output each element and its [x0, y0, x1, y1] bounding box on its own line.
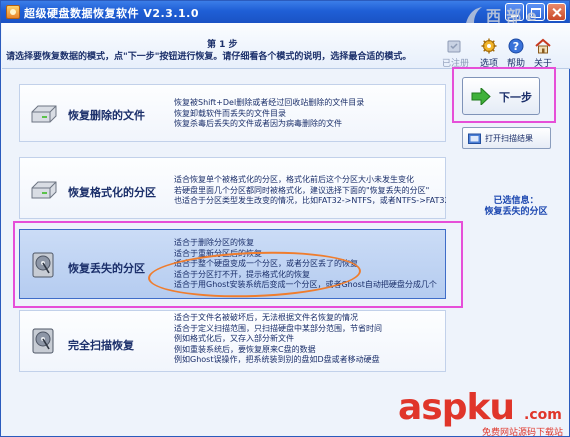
description-line: 适合于定义扫描范围，只扫描硬盘中某部分范围，节省时间: [174, 323, 382, 333]
description-line: 恢复杀毒后丢失的文件或者因为病毒删除的文件: [174, 119, 342, 129]
mode-recover-lost-partition[interactable]: 恢复丢失的分区 适合于删除分区的恢复 适合于重新分区后的恢复 适合于整个硬盘变成…: [19, 229, 446, 299]
registered-icon: [447, 40, 461, 53]
svg-text:?: ?: [513, 40, 519, 53]
folder-icon: [468, 133, 481, 144]
about-label: 关于: [533, 59, 552, 69]
next-step-label: 下一步: [499, 91, 532, 104]
disk-icon: [32, 328, 54, 354]
mode-description: 适合恢复单个被格式化的分区，格式化前后这个分区大小未发生变化 若硬盘里面几个分区…: [174, 175, 446, 207]
about-button[interactable]: 关于: [531, 38, 555, 69]
app-window: 超级硬盘数据恢复软件 V2.3.1.0 第 1 步 请选择要恢复数据的模式，点"…: [0, 0, 570, 437]
title-bar[interactable]: 超级硬盘数据恢复软件 V2.3.1.0: [1, 1, 569, 23]
mode-description: 恢复被Shift+Del删除或者经过回收站删除的文件目录 恢复卸载软件而丢失的文…: [174, 98, 446, 130]
instruction-text: 请选择要恢复数据的模式，点"下一步"按钮进行恢复。请仔细看各个模式的说明，选择最…: [6, 52, 412, 62]
minimize-button[interactable]: [505, 3, 524, 21]
next-step-button[interactable]: 下一步: [462, 77, 540, 115]
description-line: 若硬盘里面几个分区都同时被格式化，建议选择下面的"恢复丢失的分区": [174, 185, 430, 195]
options-button[interactable]: 选项: [477, 38, 501, 69]
help-label: 帮助: [506, 59, 525, 69]
svg-text:aspku: aspku: [398, 387, 514, 428]
mode-full-scan[interactable]: 完全扫描恢复 适合于文件名被破坏后，无法根据文件名恢复的情况 适合于定义扫描范围…: [19, 310, 446, 372]
disk-icon: [32, 252, 54, 278]
options-label: 选项: [479, 59, 498, 69]
window-title: 超级硬盘数据恢复软件 V2.3.1.0: [24, 7, 199, 20]
svg-text:.com: .com: [524, 407, 562, 423]
description-line: 恢复被Shift+Del删除或者经过回收站删除的文件目录: [174, 98, 365, 107]
open-scan-results-button[interactable]: 打开扫描结果: [462, 127, 551, 149]
gear-icon: [481, 38, 497, 54]
description-line: 适合于分区打不开，提示格式化的恢复: [174, 269, 310, 279]
help-icon: ?: [508, 38, 524, 54]
arrow-right-icon: [471, 88, 491, 105]
mode-recover-deleted[interactable]: 恢复删除的文件 恢复被Shift+Del删除或者经过回收站删除的文件目录 恢复卸…: [19, 84, 446, 142]
registered-label: 已注册: [442, 59, 470, 69]
description-line: 也适合于分区类型发生改变的情况，比如FAT32->NTFS，或者NTFS->FA…: [174, 196, 446, 206]
header-panel: 第 1 步 请选择要恢复数据的模式，点"下一步"按钮进行恢复。请仔细看各个模式的…: [2, 23, 570, 69]
mode-description: 适合于文件名被破坏后，无法根据文件名恢复的情况 适合于定义扫描范围，只扫描硬盘中…: [174, 313, 446, 366]
description-line: 适合于文件名被破坏后，无法根据文件名恢复的情况: [174, 313, 358, 322]
registered-button: 已注册: [442, 40, 470, 69]
maximize-button[interactable]: [526, 3, 545, 21]
description-line: 适合于重新分区后的恢复: [174, 248, 262, 258]
description-line: 例如格式化后，又存入部分新文件: [174, 334, 294, 344]
disk-icon: [31, 105, 57, 123]
mode-name: 恢复格式化的分区: [68, 186, 156, 199]
close-button[interactable]: [547, 3, 566, 21]
disk-icon: [31, 181, 57, 199]
description-line: 适合于用Ghost安装系统后变成一个分区，或者Ghost自动把硬盘分成几个: [174, 280, 437, 290]
app-icon: [6, 5, 20, 19]
description-line: 适合于整个硬盘变成一个分区，或者分区丢了的恢复: [174, 259, 358, 269]
description-line: 例如重装系统后，要恢复原来C盘的数据: [174, 344, 316, 354]
svg-text:免费网站源码下载站: 免费网站源码下载站: [482, 426, 563, 437]
mode-recover-formatted[interactable]: 恢复格式化的分区 适合恢复单个被格式化的分区，格式化前后这个分区大小未发生变化 …: [19, 157, 446, 219]
selection-value: 恢复丢失的分区: [484, 207, 548, 217]
description-line: 例如Ghost误操作，把系统装到别的盘如D盘或者移动硬盘: [174, 355, 380, 365]
open-scan-results-label: 打开扫描结果: [485, 134, 533, 143]
watermark-logo-bottom: aspku .com 免费网站源码下载站: [398, 387, 563, 437]
mode-description: 适合于删除分区的恢复 适合于重新分区后的恢复 适合于整个硬盘变成一个分区，或者分…: [174, 238, 446, 291]
description-line: 适合于删除分区的恢复: [174, 238, 254, 247]
description-line: 恢复卸载软件而丢失的文件目录: [174, 108, 286, 118]
mode-name: 恢复丢失的分区: [68, 262, 145, 275]
description-line: 适合恢复单个被格式化的分区，格式化前后这个分区大小未发生变化: [174, 175, 414, 184]
help-button[interactable]: ? 帮助: [504, 38, 528, 69]
home-icon: [535, 38, 551, 54]
mode-name: 完全扫描恢复: [68, 339, 134, 352]
mode-name: 恢复删除的文件: [68, 109, 145, 122]
